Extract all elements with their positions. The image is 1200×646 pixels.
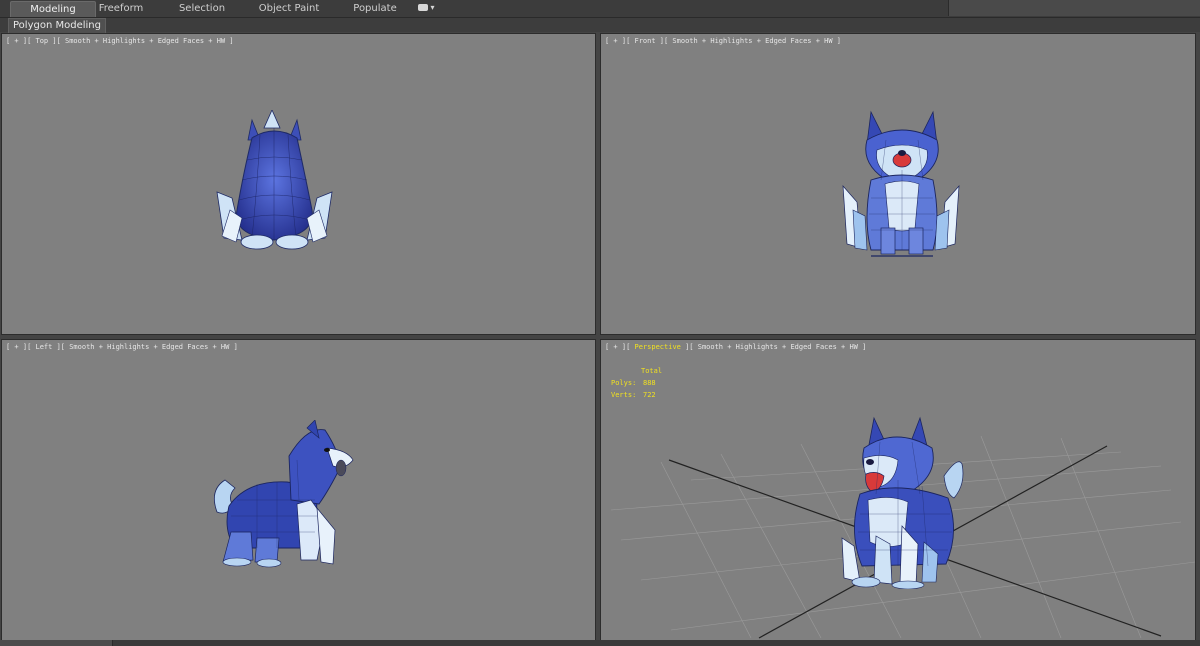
- viewport-perspective[interactable]: [ + ][ Perspective ][ Smooth + Highlight…: [600, 339, 1196, 641]
- status-strip-segment: [0, 640, 113, 646]
- viewport-label-top[interactable]: [ + ][ Top ][ Smooth + Highlights + Edge…: [6, 37, 234, 45]
- status-strip: [0, 640, 1200, 646]
- tab-populate[interactable]: Populate: [338, 1, 412, 16]
- dog-model-top-view: [216, 110, 333, 250]
- dog-model-left-view: [213, 420, 354, 568]
- viewport-label-front[interactable]: [ + ][ Front ][ Smooth + Highlights + Ed…: [605, 37, 841, 45]
- viewport-label-left[interactable]: [ + ][ Left ][ Smooth + Highlights + Edg…: [6, 343, 238, 351]
- viewport-left[interactable]: [ + ][ Left ][ Smooth + Highlights + Edg…: [1, 339, 596, 641]
- camera-dropdown-icon[interactable]: ▾: [418, 3, 440, 13]
- ribbon-right-area: [948, 0, 1200, 16]
- dog-model-perspective-view: [841, 416, 964, 589]
- tab-selection[interactable]: Selection: [164, 1, 240, 16]
- ribbon-tab-bar: Modeling Freeform Selection Object Paint…: [0, 0, 1200, 18]
- tab-freeform[interactable]: Freeform: [84, 1, 158, 16]
- tab-object-paint[interactable]: Object Paint: [250, 1, 328, 16]
- polygon-modeling-panel[interactable]: Polygon Modeling: [8, 18, 106, 34]
- viewport-top[interactable]: [ + ][ Top ][ Smooth + Highlights + Edge…: [1, 33, 596, 335]
- dog-model-front-view: [842, 110, 960, 257]
- ribbon-panel-bar: Polygon Modeling: [0, 18, 1200, 34]
- viewport-front[interactable]: [ + ][ Front ][ Smooth + Highlights + Ed…: [600, 33, 1196, 335]
